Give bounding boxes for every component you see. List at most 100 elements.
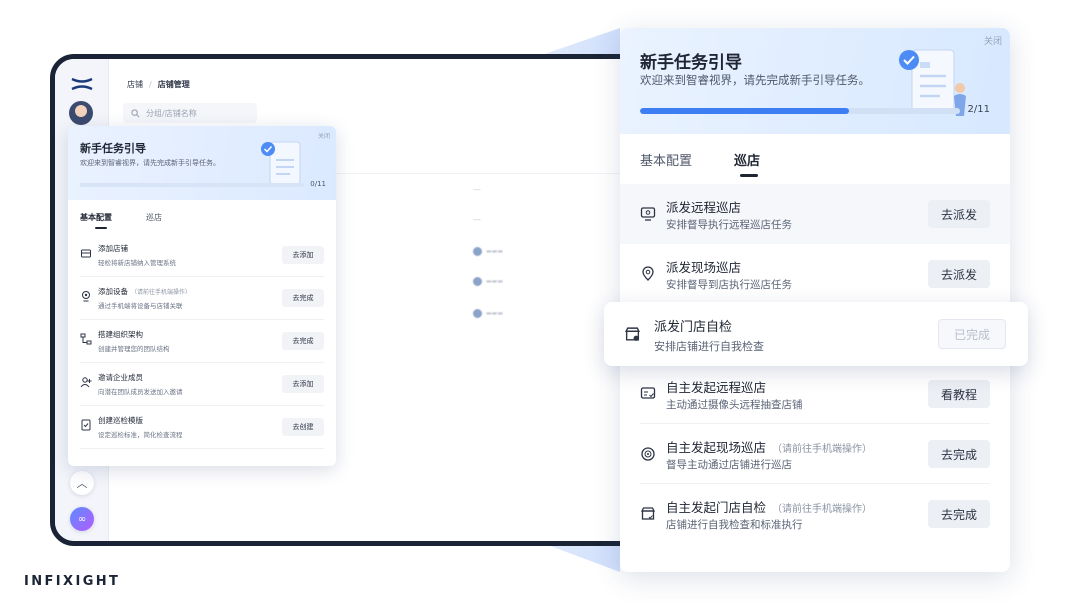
invite-members-button[interactable]: 去添加 <box>282 375 324 393</box>
panel-title: 新手任务引导 <box>640 53 742 73</box>
breadcrumb: 店铺 / 店铺管理 <box>127 80 190 89</box>
complete-onsite-button[interactable]: 去完成 <box>928 440 990 468</box>
task-row-add-store: 添加店铺 轻松将新店铺纳入管理系统 去添加 <box>80 234 324 277</box>
assistant-icon[interactable]: ∞ <box>70 507 94 531</box>
dispatch-onsite-button[interactable]: 去派发 <box>928 260 990 288</box>
blurred-row: ▬▬▬ <box>473 277 503 286</box>
add-device-button[interactable]: 去完成 <box>282 289 324 307</box>
store-check-icon <box>625 327 640 341</box>
location-pin-icon <box>642 266 654 281</box>
task-title: 创建巡检模版 <box>98 416 143 425</box>
panel-title: 新手任务引导 <box>80 142 146 155</box>
collapse-up-icon[interactable]: ︿ <box>70 471 94 495</box>
close-button[interactable]: 关闭 <box>984 34 1002 47</box>
breadcrumb-item[interactable]: 店铺 <box>127 80 143 89</box>
remote-monitor-icon <box>640 207 656 221</box>
target-icon <box>641 447 655 461</box>
dispatch-remote-button[interactable]: 去派发 <box>928 200 990 228</box>
store-self-check-icon <box>640 507 656 520</box>
task-title: 邀请企业成员 <box>98 373 143 382</box>
active-tab-indicator <box>740 174 758 177</box>
task-desc: 通过手机端将设备与店铺关联 <box>98 302 183 310</box>
view-tutorial-button[interactable]: 看教程 <box>928 380 990 408</box>
task-title-text: 自主发起现场巡店 <box>666 440 767 455</box>
panel-subtitle: 欢迎来到智睿视界，请先完成新手引导任务。 <box>80 159 220 167</box>
screen-check-icon <box>640 387 656 399</box>
progress-bar <box>640 108 960 114</box>
task-title: 自主发起门店自检 （请前往手机端操作） <box>666 497 872 516</box>
task-desc: 轻松将新店铺纳入管理系统 <box>98 259 176 267</box>
tab-patrol[interactable]: 巡店 <box>146 212 162 223</box>
task-title: 自主发起现场巡店 （请前往手机端操作） <box>666 437 872 456</box>
checklist-icon <box>81 419 91 431</box>
search-icon <box>131 108 140 117</box>
tab-basic-config[interactable]: 基本配置 <box>640 150 692 169</box>
task-title: 添加店铺 <box>98 244 128 253</box>
task-row-add-device: 添加设备 （请前往手机端操作） 通过手机端将设备与店铺关联 去完成 <box>80 277 324 320</box>
task-desc: 安排督导到店执行巡店任务 <box>666 279 792 291</box>
panel-header: 关闭 新手任务引导 欢迎来到智睿视界，请先完成新手引导任务。 2/11 <box>620 28 1010 134</box>
tab-patrol[interactable]: 巡店 <box>734 150 760 169</box>
brand-wordmark: INFIXIGHT <box>24 574 121 589</box>
tab-basic-config[interactable]: 基本配置 <box>80 212 112 223</box>
camera-icon <box>82 291 90 302</box>
task-desc: 主动通过摄像头远程抽查店铺 <box>666 399 803 411</box>
app-logo-icon <box>71 77 93 91</box>
task-row-invite-members: 邀请企业成员 向潜在团队成员发送加入邀请 去添加 <box>80 363 324 406</box>
org-chart-icon <box>80 333 92 345</box>
task-title: 派发现场巡店 <box>666 260 742 275</box>
task-desc: 督导主动通过店铺进行巡店 <box>666 459 792 471</box>
panel-subtitle: 欢迎来到智睿视界，请先完成新手引导任务。 <box>640 73 870 87</box>
task-title-text: 自主发起门店自检 <box>666 500 767 515</box>
task-hint: （请前往手机端操作） <box>772 444 873 455</box>
build-org-button[interactable]: 去完成 <box>282 332 324 350</box>
blurred-row: ▬▬▬ <box>473 309 503 318</box>
create-template-button[interactable]: 去创建 <box>282 418 324 436</box>
task-title: 自主发起远程巡店 <box>666 380 767 395</box>
blurred-cell: — <box>473 185 481 194</box>
task-title: 派发门店自检 <box>654 320 733 335</box>
blurred-row: ▬▬▬ <box>473 247 503 256</box>
task-desc: 向潜在团队成员发送加入邀请 <box>98 388 183 396</box>
task-desc: 店铺进行自我检查和标准执行 <box>666 519 803 531</box>
task-row-remote-patrol: 派发远程巡店 安排督导执行远程巡店任务 去派发 <box>620 184 1010 244</box>
active-tab-indicator <box>95 227 107 229</box>
search-input[interactable]: 分组/店铺名称 <box>123 103 257 123</box>
task-row-org-structure: 搭建组织架构 创建并管理您的团队结构 去完成 <box>80 320 324 363</box>
complete-store-check-button[interactable]: 去完成 <box>928 500 990 528</box>
task-desc: 设定巡检标准，简化检查流程 <box>98 431 183 439</box>
task-desc: 安排督导执行远程巡店任务 <box>666 219 792 231</box>
invite-user-icon <box>80 377 92 388</box>
progress-count: 0/11 <box>310 180 326 188</box>
progress-count: 2/11 <box>967 104 990 115</box>
search-placeholder: 分组/店铺名称 <box>146 108 197 118</box>
task-desc: 安排店铺进行自我检查 <box>654 340 764 353</box>
add-store-button[interactable]: 去添加 <box>282 246 324 264</box>
task-row-self-onsite: 自主发起现场巡店 （请前往手机端操作） 督导主动通过店铺进行巡店 去完成 <box>640 424 990 484</box>
task-title: 派发远程巡店 <box>666 200 742 215</box>
task-hint: （请前往手机端操作） <box>772 504 873 515</box>
progress-bar <box>80 183 304 187</box>
panel-tabs: 基本配置 巡店 <box>620 134 1010 184</box>
task-row-create-template: 创建巡检模版 设定巡检标准，简化检查流程 去创建 <box>80 406 324 449</box>
task-hint: （请前往手机端操作） <box>131 289 192 296</box>
panel-header: 关闭 新手任务引导 欢迎来到智睿视界，请先完成新手引导任务。 0/11 <box>68 126 336 200</box>
breadcrumb-current: 店铺管理 <box>157 80 190 89</box>
onboarding-panel-small: 关闭 新手任务引导 欢迎来到智睿视界，请先完成新手引导任务。 0/11 基本配置… <box>68 126 336 466</box>
blurred-cell: — <box>473 215 481 224</box>
task-title: 搭建组织架构 <box>98 330 143 339</box>
store-icon <box>81 249 91 258</box>
avatar[interactable] <box>69 101 93 125</box>
panel-tabs: 基本配置 巡店 <box>68 200 336 234</box>
task-row-onsite-patrol: 派发现场巡店 安排督导到店执行巡店任务 去派发 <box>640 244 990 304</box>
onboarding-panel-large: 关闭 新手任务引导 欢迎来到智睿视界，请先完成新手引导任务。 2/11 基本配置… <box>620 28 1010 572</box>
task-row-store-self-check: 派发门店自检 安排店铺进行自我检查 已完成 <box>604 302 1028 366</box>
close-button[interactable]: 关闭 <box>318 131 330 140</box>
completed-button: 已完成 <box>938 319 1006 349</box>
task-desc: 创建并管理您的团队结构 <box>98 345 170 353</box>
task-title: 添加设备 （请前往手机端操作） <box>98 286 191 297</box>
task-row-self-store-check: 自主发起门店自检 （请前往手机端操作） 店铺进行自我检查和标准执行 去完成 <box>640 484 990 544</box>
progress-fill <box>640 108 850 114</box>
task-title-text: 添加设备 <box>98 287 128 296</box>
task-row-self-remote: 自主发起远程巡店 主动通过摄像头远程抽查店铺 看教程 <box>640 364 990 424</box>
